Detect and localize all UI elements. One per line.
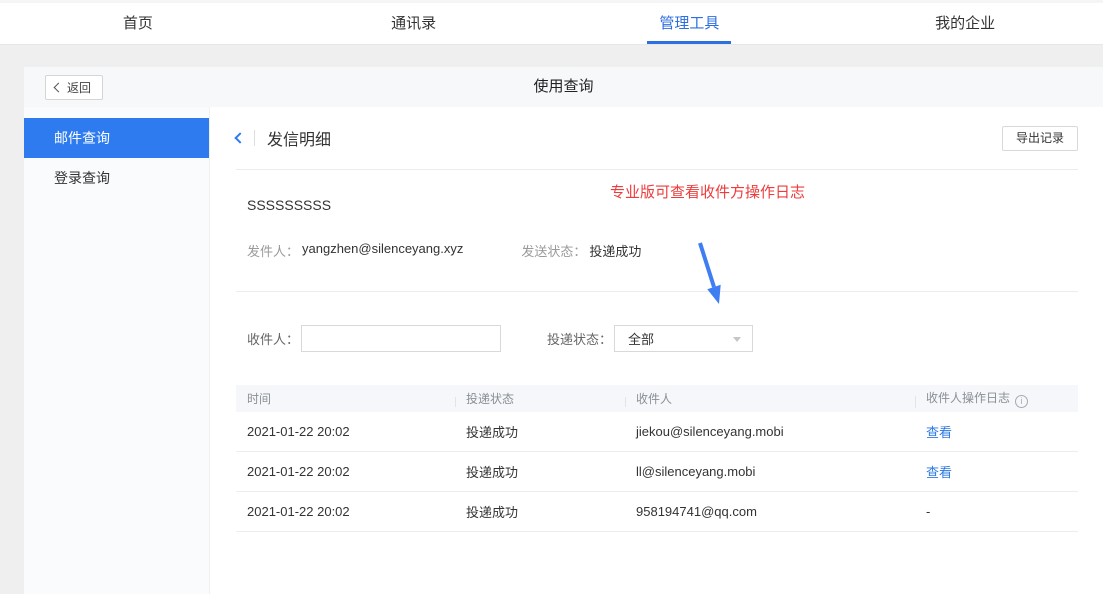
cell-recipient: 958194741@qq.com bbox=[625, 504, 915, 519]
send-status-value: 投递成功 bbox=[589, 241, 641, 260]
caret-down-icon bbox=[733, 337, 741, 342]
nav-item-contacts[interactable]: 通讯录 bbox=[276, 3, 552, 44]
col-status: 投递状态 bbox=[455, 390, 625, 407]
cell-time: 2021-01-22 20:02 bbox=[236, 464, 455, 479]
send-status-label: 发送状态： bbox=[521, 241, 586, 260]
status-select-value: 全部 bbox=[628, 329, 654, 348]
table-row: 2021-01-22 20:02投递成功ll@silenceyang.mobi 查… bbox=[236, 452, 1078, 492]
cell-status: 投递成功 bbox=[455, 422, 625, 441]
col-recipient: 收件人 bbox=[625, 390, 915, 407]
sub-header-bar: 返回 使用查询 bbox=[24, 67, 1103, 107]
records-table: 时间 投递状态 收件人 收件人操作日志i 2021-01-22 20:02投递成… bbox=[236, 385, 1078, 532]
back-button[interactable]: 返回 bbox=[45, 75, 103, 100]
chevron-left-icon bbox=[54, 83, 64, 93]
cell-status: 投递成功 bbox=[455, 502, 625, 521]
table-row: 2021-01-22 20:02投递成功jiekou@silenceyang.m… bbox=[236, 412, 1078, 452]
top-nav: 首页 通讯录 管理工具 我的企业 bbox=[0, 0, 1103, 45]
status-filter-label: 投递状态： bbox=[547, 329, 612, 348]
cell-recipient-log: 查看 bbox=[915, 462, 1078, 481]
col-time: 时间 bbox=[236, 390, 455, 407]
sender-value: yangzhen@silenceyang.xyz bbox=[302, 241, 463, 260]
export-records-button[interactable]: 导出记录 bbox=[1002, 126, 1078, 151]
recipient-filter-label: 收件人： bbox=[247, 329, 299, 348]
divider bbox=[254, 130, 255, 146]
nav-item-admin-tools[interactable]: 管理工具 bbox=[552, 3, 828, 44]
table-row: 2021-01-22 20:02投递成功958194741@qq.com- bbox=[236, 492, 1078, 532]
nav-item-home[interactable]: 首页 bbox=[0, 3, 276, 44]
cell-recipient-log: - bbox=[915, 504, 1078, 519]
page-title: 使用查询 bbox=[24, 67, 1103, 107]
status-select[interactable]: 全部 bbox=[614, 325, 753, 352]
detail-title: 发信明细 bbox=[267, 126, 331, 150]
nav-item-my-company[interactable]: 我的企业 bbox=[827, 3, 1103, 44]
col-recipient-log-label: 收件人操作日志 bbox=[926, 391, 1010, 405]
table-header: 时间 投递状态 收件人 收件人操作日志 i bbox=[236, 385, 1078, 412]
cell-recipient: jiekou@silenceyang.mobi bbox=[625, 424, 915, 439]
cell-time: 2021-01-22 20:02 bbox=[236, 424, 455, 439]
sidebar-item-mail-query[interactable]: 邮件查询 bbox=[24, 118, 209, 158]
cell-status: 投递成功 bbox=[455, 462, 625, 481]
sidebar-item-login-query[interactable]: 登录查询 bbox=[24, 158, 209, 198]
recipient-filter-input[interactable] bbox=[301, 325, 501, 352]
cell-recipient: ll@silenceyang.mobi bbox=[625, 464, 915, 479]
view-log-link[interactable]: 查看 bbox=[926, 465, 952, 480]
detail-header: 发信明细 导出记录 bbox=[236, 107, 1078, 170]
sender-label: 发件人： bbox=[247, 241, 299, 260]
col-recipient-log: 收件人操作日志 i bbox=[915, 389, 1078, 408]
info-circle-icon[interactable]: i bbox=[1015, 395, 1028, 408]
cell-time: 2021-01-22 20:02 bbox=[236, 504, 455, 519]
sidebar: 邮件查询 登录查询 bbox=[24, 107, 210, 594]
sender-row: 发件人： yangzhen@silenceyang.xyz 发送状态： 投递成功 bbox=[247, 241, 1078, 260]
log-empty-value: - bbox=[926, 504, 930, 519]
filter-row: 收件人： 投递状态： 全部 bbox=[236, 325, 1078, 352]
view-log-link[interactable]: 查看 bbox=[926, 425, 952, 440]
cell-recipient-log: 查看 bbox=[915, 422, 1078, 441]
back-button-label: 返回 bbox=[67, 79, 91, 96]
chevron-left-icon[interactable] bbox=[234, 132, 245, 143]
annotation-text: 专业版可查看收件方操作日志 bbox=[610, 181, 805, 202]
table-body: 2021-01-22 20:02投递成功jiekou@silenceyang.m… bbox=[236, 412, 1078, 532]
